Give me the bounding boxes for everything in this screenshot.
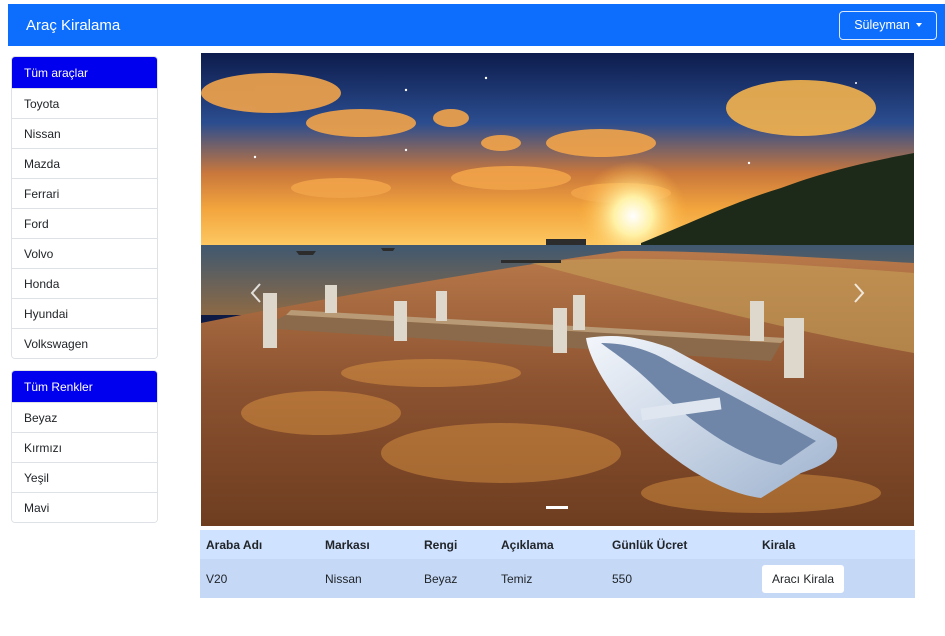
color-list-item[interactable]: Beyaz — [12, 402, 157, 432]
col-car-name: Araba Adı — [200, 530, 319, 559]
chevron-left-icon — [250, 283, 261, 303]
cell-color: Beyaz — [418, 559, 495, 598]
cell-car-name: V20 — [200, 559, 319, 598]
navbar: Araç Kiralama Süleyman — [8, 4, 945, 46]
color-list-item[interactable]: Yeşil — [12, 462, 157, 492]
brand-list-item-all[interactable]: Tüm araçlar — [12, 57, 157, 88]
brand-list-item[interactable]: Ferrari — [12, 178, 157, 208]
cell-rent: Aracı Kirala — [756, 559, 915, 598]
car-table: Araba Adı Markası Rengi Açıklama Günlük … — [200, 530, 915, 598]
brand-list-item[interactable]: Nissan — [12, 118, 157, 148]
color-list-item-all[interactable]: Tüm Renkler — [12, 371, 157, 402]
carousel-indicator[interactable] — [546, 506, 568, 509]
brand-list-item[interactable]: Honda — [12, 268, 157, 298]
col-rent: Kirala — [756, 530, 915, 559]
brand-list-item[interactable]: Volkswagen — [12, 328, 157, 358]
image-carousel — [201, 53, 914, 526]
brand-list: Tüm araçlar Toyota Nissan Mazda Ferrari … — [11, 56, 158, 359]
beach-sunset-image — [201, 53, 914, 526]
color-list-item[interactable]: Kırmızı — [12, 432, 157, 462]
brand-list-item[interactable]: Volvo — [12, 238, 157, 268]
navbar-brand[interactable]: Araç Kiralama — [26, 17, 120, 34]
user-dropdown-button[interactable]: Süleyman — [839, 10, 937, 40]
brand-list-item[interactable]: Toyota — [12, 88, 157, 118]
table-row: V20 Nissan Beyaz Temiz 550 Aracı Kirala — [200, 559, 915, 598]
color-list: Tüm Renkler Beyaz Kırmızı Yeşil Mavi — [11, 370, 158, 523]
brand-list-item[interactable]: Mazda — [12, 148, 157, 178]
cell-description: Temiz — [495, 559, 606, 598]
user-name: Süleyman — [854, 18, 910, 32]
brand-list-item[interactable]: Ford — [12, 208, 157, 238]
col-daily-price: Günlük Ücret — [606, 530, 756, 559]
cell-brand: Nissan — [319, 559, 418, 598]
table-header-row: Araba Adı Markası Rengi Açıklama Günlük … — [200, 530, 915, 559]
col-brand: Markası — [319, 530, 418, 559]
caret-down-icon — [915, 23, 922, 27]
color-list-item[interactable]: Mavi — [12, 492, 157, 522]
chevron-right-icon — [854, 283, 865, 303]
col-description: Açıklama — [495, 530, 606, 559]
cell-daily-price: 550 — [606, 559, 756, 598]
carousel-prev-button[interactable] — [236, 273, 276, 313]
carousel-next-button[interactable] — [839, 273, 879, 313]
rent-car-button[interactable]: Aracı Kirala — [762, 564, 845, 593]
brand-list-item[interactable]: Hyundai — [12, 298, 157, 328]
col-color: Rengi — [418, 530, 495, 559]
